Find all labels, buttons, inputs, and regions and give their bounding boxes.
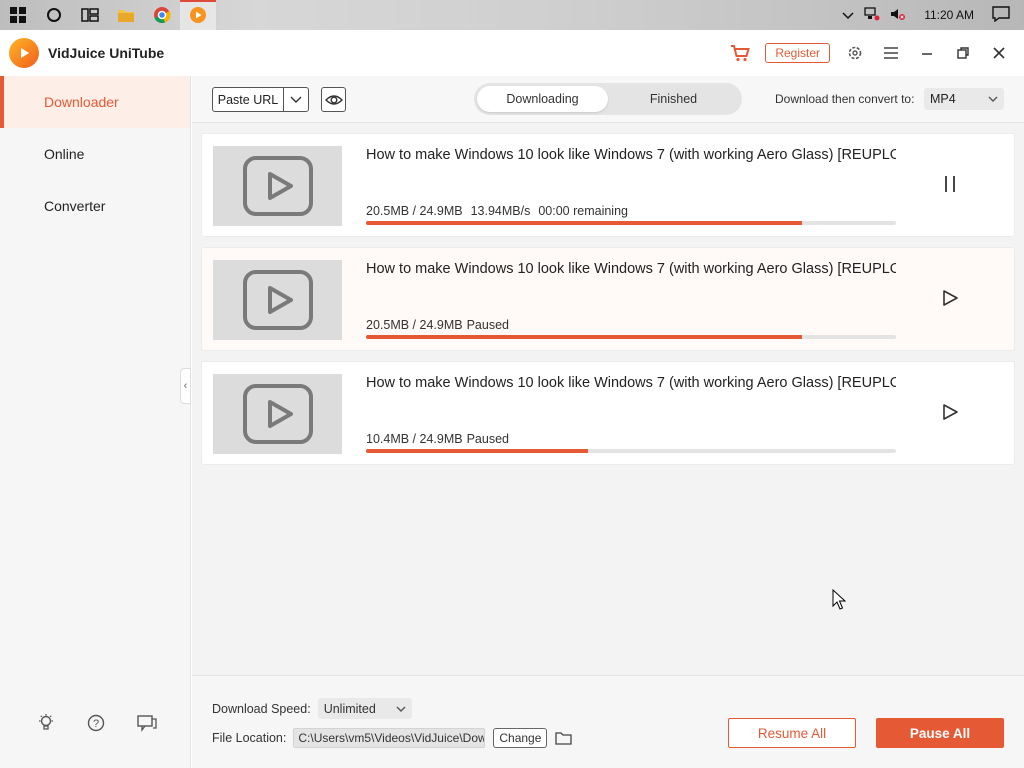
footer-bar: Download Speed: Unlimited File Location:… <box>192 675 1024 768</box>
task-view-icon[interactable] <box>72 0 108 30</box>
progress-fill <box>366 335 803 339</box>
svg-text:?: ? <box>93 718 99 730</box>
download-remaining: 00:00 remaining <box>538 204 628 218</box>
network-icon[interactable] <box>864 6 880 24</box>
convert-format-value: MP4 <box>930 92 956 106</box>
vidjuice-taskbar-icon[interactable] <box>180 0 216 30</box>
download-title: How to make Windows 10 look like Windows… <box>366 375 896 391</box>
sidebar-collapse-toggle[interactable]: ‹ <box>180 368 191 404</box>
download-item[interactable]: How to make Windows 10 look like Windows… <box>201 133 1015 237</box>
taskbar-clock[interactable]: 11:20 AM <box>924 8 974 22</box>
download-progress-bar <box>366 335 896 339</box>
paste-url-button[interactable]: Paste URL <box>212 87 309 112</box>
download-status: 10.4MB / 24.9MB Paused <box>366 432 517 446</box>
sidebar-item-online[interactable]: Online <box>0 128 190 180</box>
file-explorer-icon[interactable] <box>108 0 144 30</box>
app-logo-icon <box>9 38 39 68</box>
cart-icon[interactable] <box>729 42 751 64</box>
settings-gear-icon[interactable] <box>844 42 866 64</box>
progress-fill <box>366 221 803 225</box>
chevron-down-icon[interactable] <box>284 88 308 111</box>
download-speed: 13.94MB/s <box>470 204 531 218</box>
chevron-left-icon: ‹ <box>183 380 188 392</box>
sidebar-item-label: Downloader <box>44 94 119 110</box>
download-item[interactable]: How to make Windows 10 look like Windows… <box>201 361 1015 465</box>
download-size: 20.5MB / 24.9MB <box>366 318 463 332</box>
help-icon[interactable]: ? <box>86 713 106 736</box>
restore-icon[interactable] <box>952 42 974 64</box>
convert-label: Download then convert to: <box>775 92 915 106</box>
windows-taskbar: 11:20 AM <box>0 0 1024 30</box>
sidebar-item-converter[interactable]: Converter <box>0 180 190 232</box>
chevron-up-icon[interactable] <box>842 8 854 23</box>
register-button[interactable]: Register <box>765 43 830 63</box>
download-item[interactable]: How to make Windows 10 look like Windows… <box>201 247 1015 351</box>
play-icon[interactable] <box>938 400 962 424</box>
feedback-icon[interactable] <box>136 713 158 736</box>
main-panel: Paste URL Downloading Finished Download … <box>192 76 1024 768</box>
video-placeholder-icon <box>242 156 313 216</box>
chevron-down-icon <box>396 702 406 716</box>
download-size: 10.4MB / 24.9MB <box>366 432 463 446</box>
progress-fill <box>366 449 588 453</box>
windows-start-icon[interactable] <box>0 0 36 30</box>
mouse-cursor-icon <box>832 588 847 614</box>
download-state: Paused <box>466 432 509 446</box>
private-mode-eye-icon[interactable] <box>321 87 346 112</box>
resume-all-button[interactable]: Resume All <box>728 718 856 748</box>
sidebar: Downloader Online Converter ? <box>0 76 191 768</box>
play-icon[interactable] <box>938 286 962 310</box>
pause-icon[interactable] <box>938 172 962 196</box>
sidebar-item-label: Online <box>44 146 85 162</box>
video-thumbnail <box>213 260 342 340</box>
download-status: 20.5MB / 24.9MB 13.94MB/s 00:00 remaining <box>366 204 636 218</box>
download-status: 20.5MB / 24.9MB Paused <box>366 318 517 332</box>
paste-url-label[interactable]: Paste URL <box>213 88 284 111</box>
speed-select[interactable]: Unlimited <box>317 698 412 719</box>
close-icon[interactable] <box>988 42 1010 64</box>
minimize-icon[interactable] <box>916 42 938 64</box>
tab-downloading[interactable]: Downloading <box>477 86 608 112</box>
speed-value: Unlimited <box>323 701 376 716</box>
main-toolbar: Paste URL Downloading Finished Download … <box>192 76 1024 123</box>
download-title: How to make Windows 10 look like Windows… <box>366 261 896 277</box>
change-location-button[interactable]: Change <box>493 728 548 748</box>
video-placeholder-icon <box>242 384 313 444</box>
file-location-row: File Location: C:\Users\vm5\Videos\VidJu… <box>212 728 573 748</box>
video-thumbnail <box>213 374 342 454</box>
chrome-icon[interactable] <box>144 0 180 30</box>
chevron-down-icon <box>988 92 998 106</box>
tab-finished[interactable]: Finished <box>608 86 739 112</box>
sidebar-item-label: Converter <box>44 198 106 214</box>
location-label: File Location: <box>212 731 287 745</box>
pause-all-button[interactable]: Pause All <box>876 718 1004 748</box>
download-progress-bar <box>366 221 896 225</box>
cortana-icon[interactable] <box>36 0 72 30</box>
folder-icon[interactable] <box>555 731 573 745</box>
convert-format-select[interactable]: MP4 <box>924 88 1004 110</box>
download-title: How to make Windows 10 look like Windows… <box>366 147 896 163</box>
sidebar-item-downloader[interactable]: Downloader <box>0 76 190 128</box>
file-location-field[interactable]: C:\Users\vm5\Videos\VidJuice\Downloads <box>293 728 486 748</box>
volume-muted-icon[interactable] <box>890 7 906 24</box>
notification-icon[interactable] <box>992 5 1010 25</box>
lightbulb-icon[interactable] <box>36 713 56 736</box>
video-thumbnail <box>213 146 342 226</box>
download-speed-row: Download Speed: Unlimited <box>212 698 412 719</box>
download-state: Paused <box>466 318 509 332</box>
menu-hamburger-icon[interactable] <box>880 42 902 64</box>
app-title-bar: VidJuice UniTube Register <box>0 30 1024 76</box>
download-tabs: Downloading Finished <box>474 83 742 115</box>
system-tray: 11:20 AM <box>842 0 1024 30</box>
app-title: VidJuice UniTube <box>48 45 165 61</box>
video-placeholder-icon <box>242 270 313 330</box>
speed-label: Download Speed: <box>212 701 311 716</box>
download-size: 20.5MB / 24.9MB <box>366 204 463 218</box>
download-progress-bar <box>366 449 896 453</box>
